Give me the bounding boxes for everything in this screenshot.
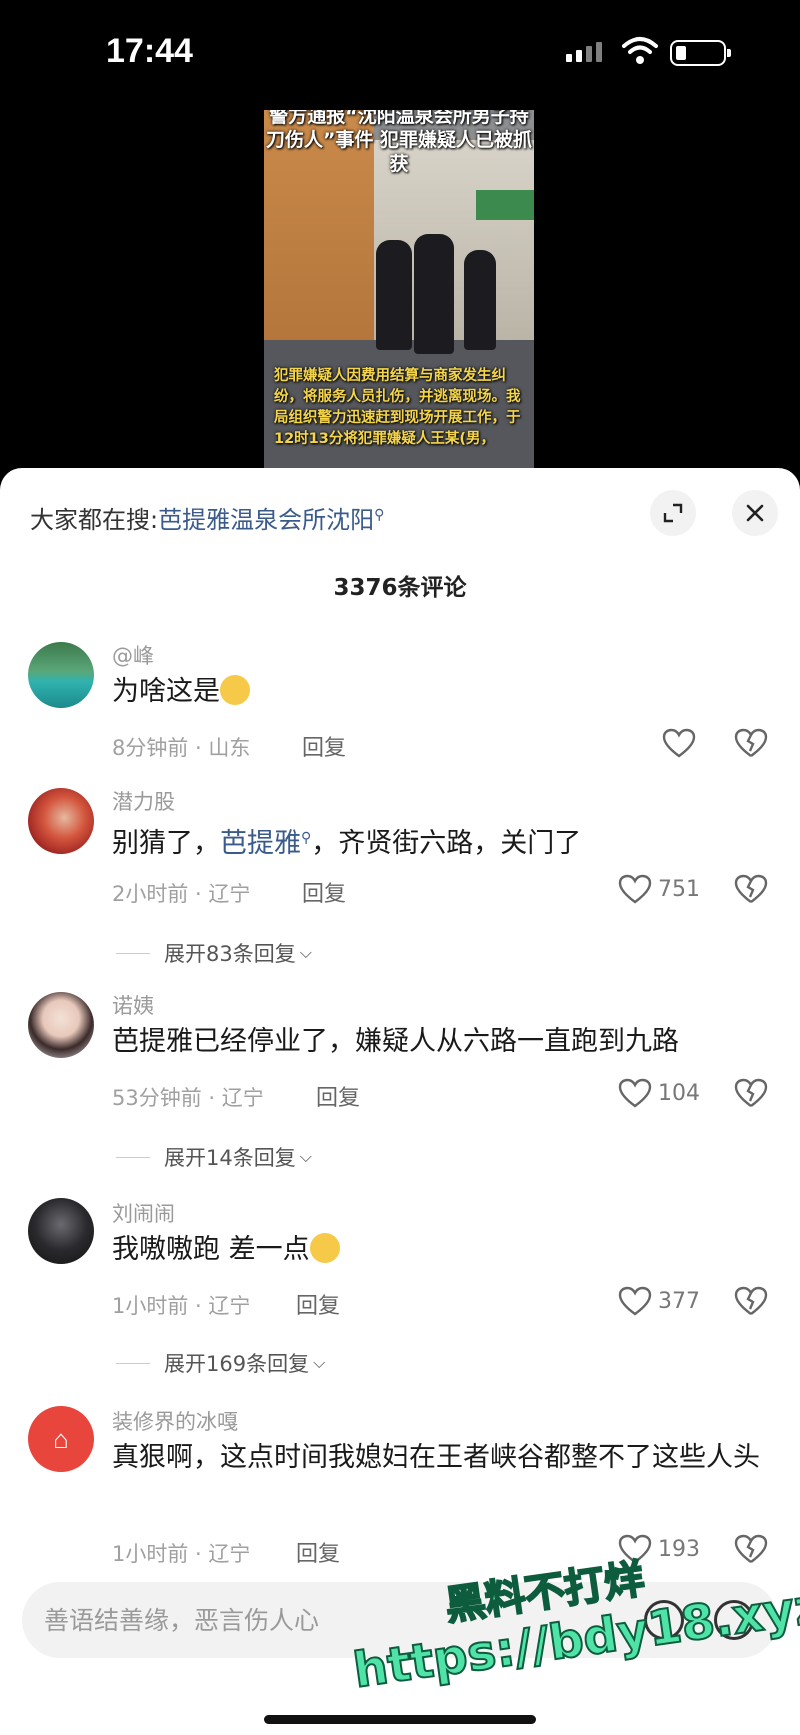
trending-search-label: 大家都在搜: [30,506,159,534]
comment-text: 为啥这是 [112,672,752,712]
status-time: 17:44 [106,32,193,70]
chevron-down-icon: ⌵ [299,1147,312,1166]
comment-meta: 8分钟前 · 山东 [112,736,251,760]
reply-button[interactable]: 回复 [302,730,346,762]
comment-username[interactable]: 潜力股 [112,786,175,816]
status-bar: 17:44 [0,0,800,110]
comment-time: 53分钟前 [112,1086,202,1110]
video-thumbnail[interactable]: 警方通报“沈阳温泉会所男子持刀伤人”事件 犯罪嫌疑人已被抓获 犯罪嫌疑人因费用结… [264,110,534,480]
search-icon: ⚲ [301,830,312,846]
video-caption-title: 警方通报“沈阳温泉会所男子持刀伤人”事件 犯罪嫌疑人已被抓获 [265,110,533,175]
wifi-icon [622,37,658,64]
shop-sign [476,190,534,220]
comment-meta: 1小时前 · 辽宁 [112,1294,251,1318]
avatar[interactable] [28,1198,94,1264]
expand-button[interactable] [650,490,696,536]
comment-username[interactable]: 诺姨 [112,990,154,1020]
comment-meta: 2小时前 · 辽宁 [112,882,251,906]
reply-button[interactable]: 回复 [296,1536,340,1568]
broken-heart-icon[interactable] [734,874,768,904]
pleading-face-icon [220,675,250,705]
comment-meta: 53分钟前 · 辽宁 [112,1086,264,1110]
like-count: 104 [658,1080,700,1106]
comment-text: 芭提雅已经停业了，嫌疑人从六路一直跑到九路 [112,1026,679,1057]
comment-text-body: 我嗷嗷跑 差一点 [112,1234,310,1265]
comment-text: 别猜了，芭提雅⚲，齐贤街六路，关门了 [112,818,752,864]
search-icon: ⚲ [374,507,385,523]
expand-replies-button[interactable]: 展开14条回复 ⌵ [116,1142,312,1172]
expand-replies-label: 展开14条回复 [164,1146,296,1170]
close-button[interactable] [732,490,778,536]
avatar[interactable] [28,642,94,708]
comment-time: 1小时前 [112,1294,189,1318]
heart-icon [662,728,696,758]
expand-replies-button[interactable]: 展开83条回复 ⌵ [116,938,312,968]
person-figure [464,250,496,350]
like-button[interactable]: 104 [618,1078,700,1108]
divider [116,952,150,954]
like-button[interactable]: 751 [618,874,700,904]
comment-username[interactable]: @峰 [112,640,154,670]
expand-replies-button[interactable]: 展开169条回复 ⌵ [116,1348,325,1378]
comment-time: 2小时前 [112,882,189,906]
reply-button[interactable]: 回复 [316,1080,360,1112]
comment-keyword-link[interactable]: 芭提雅 [220,828,301,859]
comment-location: 辽宁 [221,1086,264,1110]
comment-text: 真狠啊，这点时间我媳妇在王者峡谷都整不了这些人头 [112,1442,760,1473]
close-icon [746,504,764,522]
heart-icon [618,1078,652,1108]
comment-count: 3376条评论 [333,575,467,601]
comment-location: 辽宁 [208,1294,251,1318]
chevron-down-icon: ⌵ [299,943,312,962]
broken-heart-icon[interactable] [734,728,768,758]
expand-icon [663,503,683,523]
like-count: 751 [658,876,700,902]
avatar[interactable] [28,992,94,1058]
trending-search-keyword[interactable]: 芭提雅温泉会所沈阳 [158,506,374,534]
heart-icon [618,1286,652,1316]
expand-replies-label: 展开169条回复 [164,1352,310,1376]
trending-search[interactable]: 大家都在搜:芭提雅温泉会所沈阳⚲ [30,500,384,535]
person-figure [414,234,454,354]
comment-meta: 1小时前 · 辽宁 [112,1542,251,1566]
divider [116,1362,150,1364]
comment-location: 辽宁 [208,1542,251,1566]
chevron-down-icon: ⌵ [313,1353,326,1372]
comment-text-body: 为啥这是 [112,676,220,707]
heart-icon [618,874,652,904]
avatar[interactable]: ⌂ [28,1406,94,1472]
comment-text-body: 别猜了， [112,828,220,859]
comment-username[interactable]: 装修界的冰嘎 [112,1406,238,1436]
signal-icon [566,42,602,62]
video-caption-subtitle: 犯罪嫌疑人因费用结算与商家发生纠纷，将服务人员扎伤，并逃离现场。我局组织警力迅速… [274,368,521,447]
comment-location: 山东 [208,736,251,760]
comment-text-body: ，齐贤街六路，关门了 [311,828,582,859]
battery-icon [670,40,731,66]
comment-time: 1小时前 [112,1542,189,1566]
divider [116,1156,150,1158]
expand-replies-label: 展开83条回复 [164,942,296,966]
home-indicator[interactable] [264,1715,536,1724]
avatar[interactable] [28,788,94,854]
brand-logo: ⌂ [53,1423,69,1454]
like-button[interactable]: 377 [618,1286,700,1316]
like-button[interactable] [662,728,702,758]
comment-username[interactable]: 刘闹闹 [112,1198,175,1228]
like-count: 377 [658,1288,700,1314]
comment-location: 辽宁 [208,882,251,906]
crying-face-icon [309,1233,340,1263]
person-figure [376,240,412,350]
reply-button[interactable]: 回复 [302,876,346,908]
comment-time: 8分钟前 [112,736,189,760]
broken-heart-icon[interactable] [734,1286,768,1316]
reply-button[interactable]: 回复 [296,1288,340,1320]
comment-text: 我嗷嗷跑 差一点 [112,1230,752,1270]
broken-heart-icon[interactable] [734,1078,768,1108]
